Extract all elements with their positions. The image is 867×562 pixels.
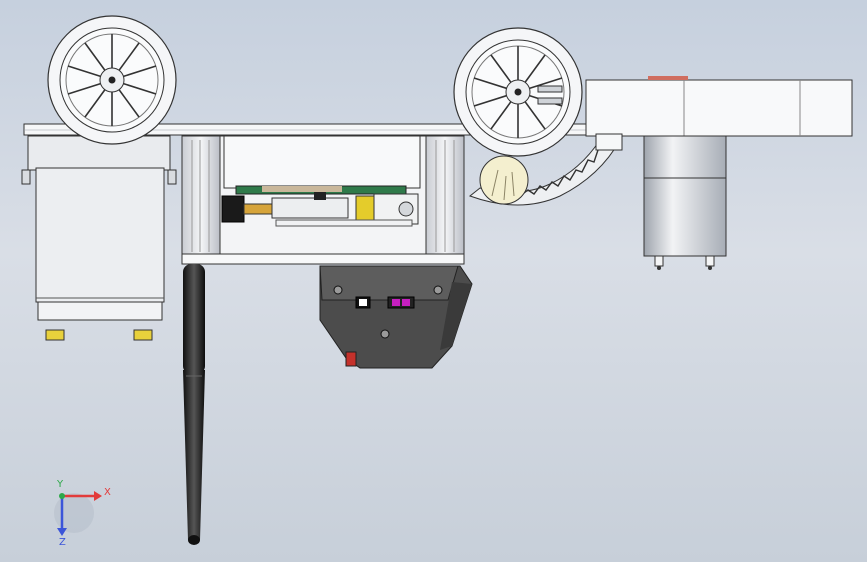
y-axis-label: Y <box>57 479 64 490</box>
axis-triad <box>54 491 102 536</box>
x-axis-label: X <box>104 487 111 498</box>
gear-motor[interactable] <box>585 76 853 270</box>
z-axis-label: Z <box>59 537 66 548</box>
robot-assembly-model[interactable] <box>0 0 867 562</box>
antenna[interactable] <box>183 264 205 545</box>
right-wheel[interactable] <box>453 27 583 157</box>
cad-viewport[interactable]: X Y Z <box>0 0 867 562</box>
battery-box[interactable] <box>319 265 473 369</box>
servo-motor[interactable] <box>21 135 177 341</box>
left-wheel[interactable] <box>47 15 177 145</box>
